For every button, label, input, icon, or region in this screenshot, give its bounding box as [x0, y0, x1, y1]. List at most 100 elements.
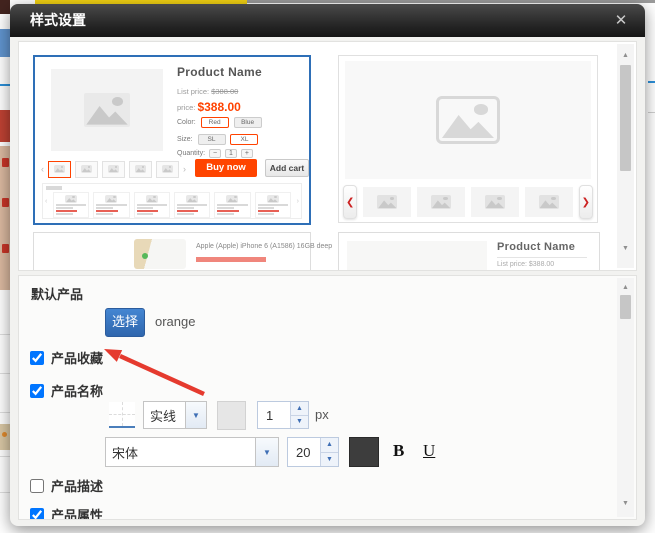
carousel-next-icon: ❯	[579, 185, 593, 219]
mock-carousel-thumb	[363, 187, 411, 217]
scrollbar-thumb[interactable]	[620, 295, 631, 319]
background-fragment	[648, 112, 655, 113]
scroll-up-icon[interactable]: ▲	[617, 284, 634, 291]
mock-color-row: Color: Red Blue	[177, 117, 262, 128]
mock-carousel-thumb	[471, 187, 519, 217]
mock-quantity-plus: +	[241, 149, 253, 158]
image-placeholder-icon	[539, 195, 559, 209]
product-favorite-checkbox[interactable]	[30, 351, 44, 365]
template-preview-phone[interactable]: Apple (Apple) iPhone 6 (A1586) 16GB deep	[33, 232, 311, 271]
thumb-next-icon: ›	[183, 161, 186, 177]
main-image-placeholder	[345, 61, 591, 179]
mock-thumbnail	[156, 161, 179, 178]
background-fragment	[648, 81, 655, 83]
close-icon[interactable]: ✕	[611, 11, 631, 31]
product-attributes-label: 产品属性	[51, 505, 103, 520]
image-placeholder-icon	[436, 96, 500, 144]
border-style-dropdown[interactable]: 实线 ▼	[143, 401, 207, 429]
mock-quantity-row: Quantity: − 1 +	[177, 149, 253, 158]
font-family-value: 宋体	[112, 438, 138, 466]
product-description-label: 产品描述	[51, 476, 103, 495]
spinner-buttons: ▲ ▼	[320, 438, 338, 466]
template-preview-selected[interactable]: Product Name List price: $388.00 price: …	[33, 55, 311, 225]
font-color-swatch[interactable]	[349, 437, 379, 467]
select-product-button[interactable]: 选择	[105, 308, 145, 337]
background-fragment	[2, 198, 9, 207]
divider	[497, 257, 587, 258]
related-product-card	[174, 192, 210, 218]
image-placeholder-icon	[108, 165, 119, 173]
phone-camera-dot	[142, 253, 148, 259]
chevron-down-icon[interactable]: ▼	[255, 438, 278, 466]
scroll-down-icon[interactable]: ▼	[617, 500, 634, 507]
template-preview-gallery[interactable]: ❮ ❯	[338, 55, 598, 223]
image-placeholder-icon	[162, 165, 173, 173]
mock-thumbnail-strip: ‹ ›	[41, 161, 186, 177]
image-placeholder-icon	[485, 195, 505, 209]
mock-thumbnail	[75, 161, 98, 178]
image-placeholder-icon	[84, 93, 130, 127]
background-fragment	[2, 432, 7, 437]
mock-list-price-label: List price:	[177, 87, 209, 96]
image-placeholder-icon	[431, 195, 451, 209]
scrollbar-thumb[interactable]	[620, 65, 631, 171]
mock-size-row: Size: SL XL	[177, 134, 258, 145]
dialog-header: 样式设置 ✕	[10, 4, 645, 37]
border-color-swatch[interactable]	[217, 401, 246, 430]
underline-button[interactable]: U	[423, 441, 435, 461]
image-placeholder-icon	[105, 195, 117, 203]
mock-price-label: price:	[177, 103, 195, 112]
border-width-spinner[interactable]: 1 ▲ ▼	[257, 401, 309, 429]
font-size-spinner[interactable]: 20 ▲ ▼	[287, 437, 339, 467]
options-panel-scrollbar[interactable]: ▲ ▼	[617, 278, 634, 517]
spinner-up-icon[interactable]: ▲	[291, 402, 308, 416]
mock-product-name: Product Name	[497, 241, 575, 253]
border-side-picker[interactable]	[109, 402, 135, 428]
spinner-down-icon[interactable]: ▼	[291, 416, 308, 429]
product-image-placeholder	[51, 69, 163, 151]
carousel-prev-icon: ‹	[45, 198, 47, 205]
mock-size-option-xl: XL	[230, 134, 258, 145]
preview-panel-scrollbar[interactable]: ▲ ▼	[617, 44, 634, 268]
spinner-up-icon[interactable]: ▲	[321, 438, 338, 453]
related-product-card	[53, 192, 89, 218]
image-placeholder-icon	[81, 165, 92, 173]
bold-button[interactable]: B	[393, 441, 404, 461]
font-family-dropdown[interactable]: 宋体 ▼	[105, 437, 279, 467]
related-product-card	[134, 192, 170, 218]
mock-carousel-thumb	[417, 187, 465, 217]
mock-thumbnail	[129, 161, 152, 178]
related-product-card	[255, 192, 291, 218]
image-placeholder-icon	[65, 195, 77, 203]
spinner-down-icon[interactable]: ▼	[321, 453, 338, 467]
mock-related-title-bar	[46, 186, 62, 190]
product-description-checkbox[interactable]	[30, 479, 44, 493]
scroll-down-icon[interactable]: ▼	[617, 245, 634, 252]
mock-buy-now-button: Buy now	[195, 159, 257, 177]
style-options-panel: 默认产品 选择 orange 产品收藏 产品名称 实线 ▼ 1 ▲ ▼ px	[18, 275, 637, 520]
background-fragment	[0, 110, 10, 142]
border-width-unit: px	[315, 407, 329, 422]
mock-carousel: ❮ ❯	[343, 186, 593, 218]
mock-thumbnail	[102, 161, 125, 178]
image-placeholder-icon	[135, 165, 146, 173]
product-name-checkbox[interactable]	[30, 384, 44, 398]
mock-size-label: Size:	[177, 136, 193, 143]
default-product-label: 默认产品	[31, 284, 83, 303]
template-preview-detail2[interactable]: Product Name List price: $388.00	[338, 232, 600, 271]
mock-color-option-red: Red	[201, 117, 229, 128]
mock-quantity-value: 1	[225, 149, 237, 158]
background-fragment	[2, 244, 9, 253]
chevron-down-icon[interactable]: ▼	[185, 402, 206, 428]
mock-price-value: $388.00	[197, 100, 240, 114]
background-fragment	[2, 158, 9, 167]
mock-list-price: List price: $388.00	[497, 261, 554, 268]
background-fragment	[0, 0, 10, 14]
related-product-card	[214, 192, 250, 218]
mock-carousel-thumb	[525, 187, 573, 217]
product-attributes-checkbox[interactable]	[30, 508, 44, 521]
scroll-up-icon[interactable]: ▲	[617, 52, 634, 59]
checkbox-row-description: 产品描述	[30, 476, 103, 495]
phone-product-image	[134, 239, 186, 269]
mock-quantity-minus: −	[209, 149, 221, 158]
